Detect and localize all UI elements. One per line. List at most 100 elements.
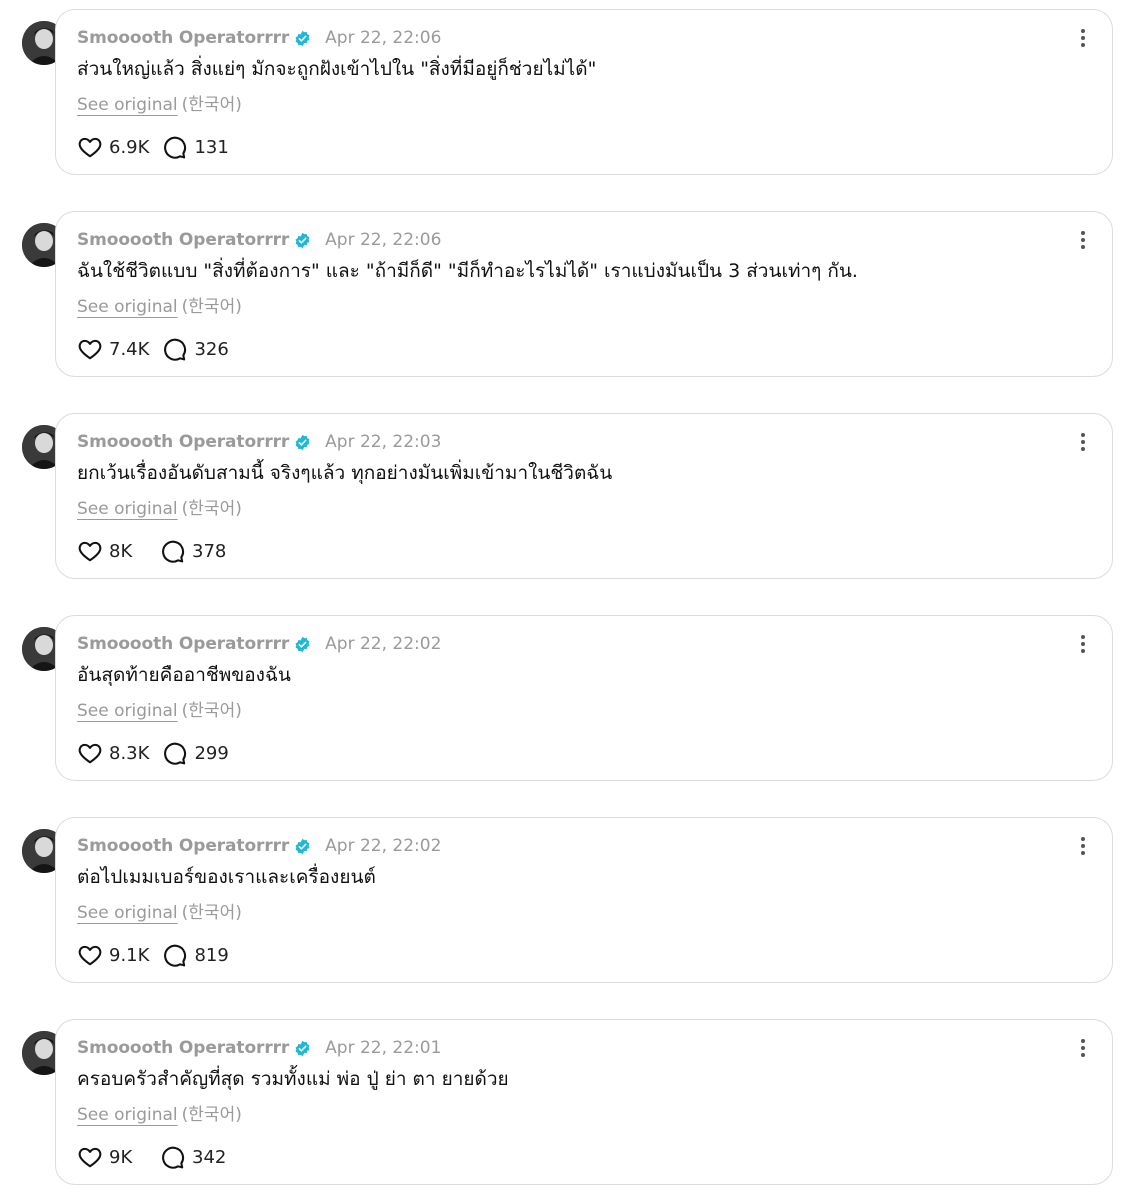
comment-bubble-icon: [161, 740, 187, 766]
verified-badge-icon: [294, 232, 311, 249]
post-timestamp[interactable]: Apr 22, 22:02: [325, 634, 441, 654]
translation-row: See original (한국어): [77, 1100, 242, 1125]
reply-button[interactable]: 378: [159, 538, 230, 564]
post-text: ส่วนใหญ่แล้ว สิ่งแย่ๆ มักจะถูกฝังเข้าไปใ…: [77, 58, 597, 80]
post-timestamp[interactable]: Apr 22, 22:02: [325, 836, 441, 856]
see-original-link[interactable]: See original: [77, 499, 178, 519]
reply-count: 326: [194, 338, 229, 360]
heart-icon: [77, 1144, 103, 1170]
post-text: ยกเว้นเรื่องอันดับสามนี้ จริงๆแล้ว ทุกอย…: [77, 462, 613, 484]
post-timestamp[interactable]: Apr 22, 22:06: [325, 28, 441, 48]
post-item: Smooooth Operatorrrr Apr 22, 22:06 ฉันใช…: [22, 211, 1115, 381]
heart-icon: [77, 134, 103, 160]
post-item: Smooooth Operatorrrr Apr 22, 22:03 ยกเว้…: [22, 413, 1115, 583]
original-language: (한국어): [181, 499, 242, 519]
more-vertical-icon[interactable]: [1071, 1036, 1095, 1060]
reply-count: 299: [194, 742, 229, 764]
reply-button[interactable]: 342: [159, 1144, 230, 1170]
post-card: Smooooth Operatorrrr Apr 22, 22:06 ส่วนใ…: [55, 9, 1113, 175]
heart-icon: [77, 336, 103, 362]
post-card: Smooooth Operatorrrr Apr 22, 22:06 ฉันใช…: [55, 211, 1113, 377]
like-button[interactable]: 9K: [77, 1144, 147, 1170]
like-button[interactable]: 6.9K: [77, 134, 149, 160]
comment-bubble-icon: [159, 538, 185, 564]
username[interactable]: Smooooth Operatorrrr: [77, 230, 289, 250]
heart-icon: [77, 538, 103, 564]
like-button[interactable]: 9.1K: [77, 942, 149, 968]
like-button[interactable]: 8.3K: [77, 740, 149, 766]
username[interactable]: Smooooth Operatorrrr: [77, 1038, 289, 1058]
post-header: Smooooth Operatorrrr Apr 22, 22:02: [77, 632, 441, 656]
original-language: (한국어): [181, 297, 242, 317]
see-original-link[interactable]: See original: [77, 701, 178, 721]
username[interactable]: Smooooth Operatorrrr: [77, 634, 289, 654]
translation-row: See original (한국어): [77, 494, 242, 519]
heart-icon: [77, 740, 103, 766]
post-timestamp[interactable]: Apr 22, 22:06: [325, 230, 441, 250]
username[interactable]: Smooooth Operatorrrr: [77, 28, 289, 48]
post-card: Smooooth Operatorrrr Apr 22, 22:03 ยกเว้…: [55, 413, 1113, 579]
username[interactable]: Smooooth Operatorrrr: [77, 432, 289, 452]
reply-count: 819: [194, 944, 229, 966]
post-item: Smooooth Operatorrrr Apr 22, 22:06 ส่วนใ…: [22, 9, 1115, 179]
post-card: Smooooth Operatorrrr Apr 22, 22:02 อันสุ…: [55, 615, 1113, 781]
verified-badge-icon: [294, 636, 311, 653]
more-vertical-icon[interactable]: [1071, 834, 1095, 858]
post-card: Smooooth Operatorrrr Apr 22, 22:02 ต่อไป…: [55, 817, 1113, 983]
reply-button[interactable]: 299: [161, 740, 232, 766]
heart-icon: [77, 942, 103, 968]
post-actions: 9.1K 819: [77, 942, 244, 968]
comment-bubble-icon: [159, 1144, 185, 1170]
like-count: 9.1K: [109, 944, 150, 966]
post-timestamp[interactable]: Apr 22, 22:01: [325, 1038, 441, 1058]
original-language: (한국어): [181, 1105, 242, 1125]
see-original-link[interactable]: See original: [77, 95, 178, 115]
more-vertical-icon[interactable]: [1071, 26, 1095, 50]
post-card: Smooooth Operatorrrr Apr 22, 22:01 ครอบค…: [55, 1019, 1113, 1185]
reply-button[interactable]: 131: [161, 134, 232, 160]
username[interactable]: Smooooth Operatorrrr: [77, 836, 289, 856]
like-count: 8K: [109, 540, 133, 562]
translation-row: See original (한국어): [77, 292, 242, 317]
post-text: อันสุดท้ายคืออาชีพของฉัน: [77, 664, 291, 686]
original-language: (한국어): [181, 701, 242, 721]
post-header: Smooooth Operatorrrr Apr 22, 22:06: [77, 26, 441, 50]
like-count: 9K: [109, 1146, 133, 1168]
more-vertical-icon[interactable]: [1071, 632, 1095, 656]
reply-button[interactable]: 819: [161, 942, 232, 968]
post-header: Smooooth Operatorrrr Apr 22, 22:01: [77, 1036, 441, 1060]
like-button[interactable]: 7.4K: [77, 336, 149, 362]
post-item: Smooooth Operatorrrr Apr 22, 22:02 ต่อไป…: [22, 817, 1115, 987]
original-language: (한국어): [181, 903, 242, 923]
reply-count: 378: [192, 540, 227, 562]
post-actions: 9K 342: [77, 1144, 242, 1170]
post-text: ฉันใช้ชีวิตแบบ "สิ่งที่ต้องการ" และ "ถ้า…: [77, 260, 858, 282]
more-vertical-icon[interactable]: [1071, 228, 1095, 252]
more-vertical-icon[interactable]: [1071, 430, 1095, 454]
post-actions: 8K 378: [77, 538, 242, 564]
post-header: Smooooth Operatorrrr Apr 22, 22:06: [77, 228, 441, 252]
post-header: Smooooth Operatorrrr Apr 22, 22:03: [77, 430, 441, 454]
post-text: ต่อไปเมมเบอร์ของเราและเครื่องยนต์: [77, 866, 376, 888]
thread-feed: Smooooth Operatorrrr Apr 22, 22:06 ส่วนใ…: [0, 0, 1137, 1200]
like-button[interactable]: 8K: [77, 538, 147, 564]
post-actions: 7.4K 326: [77, 336, 244, 362]
post-timestamp[interactable]: Apr 22, 22:03: [325, 432, 441, 452]
original-language: (한국어): [181, 95, 242, 115]
like-count: 6.9K: [109, 136, 150, 158]
verified-badge-icon: [294, 838, 311, 855]
post-text: ครอบครัวสำคัญที่สุด รวมทั้งแม่ พ่อ ปู่ ย…: [77, 1068, 509, 1090]
see-original-link[interactable]: See original: [77, 1105, 178, 1125]
like-count: 8.3K: [109, 742, 150, 764]
post-header: Smooooth Operatorrrr Apr 22, 22:02: [77, 834, 441, 858]
post-actions: 6.9K 131: [77, 134, 244, 160]
see-original-link[interactable]: See original: [77, 903, 178, 923]
translation-row: See original (한국어): [77, 696, 242, 721]
post-actions: 8.3K 299: [77, 740, 244, 766]
reply-button[interactable]: 326: [161, 336, 232, 362]
translation-row: See original (한국어): [77, 898, 242, 923]
like-count: 7.4K: [109, 338, 150, 360]
reply-count: 131: [194, 136, 229, 158]
reply-count: 342: [192, 1146, 227, 1168]
see-original-link[interactable]: See original: [77, 297, 178, 317]
